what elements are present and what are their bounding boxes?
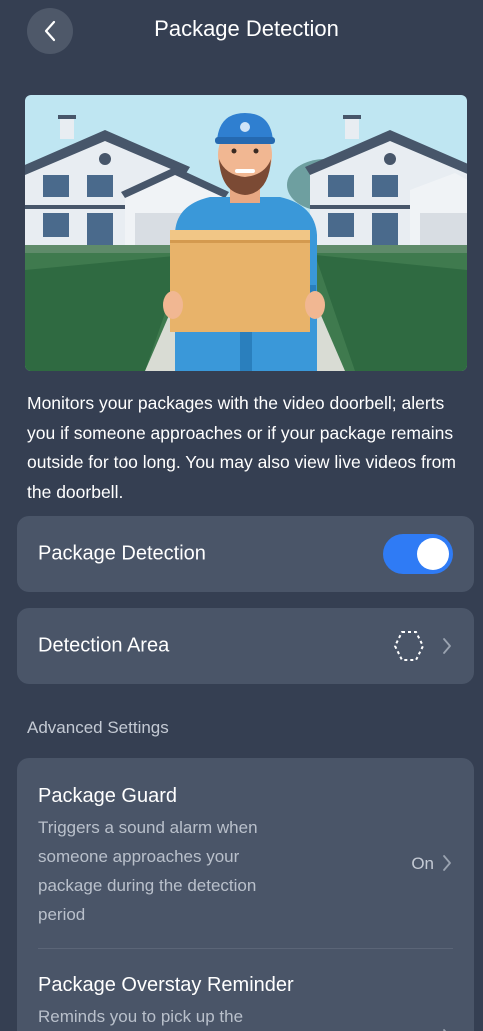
detection-area-label: Detection Area — [38, 634, 170, 657]
advanced-settings-heading: Advanced Settings — [27, 718, 169, 737]
package-overstay-row[interactable]: Package Overstay Reminder Reminds you to… — [38, 974, 453, 1031]
page-title: Package Detection — [154, 16, 339, 41]
header: Package Detection — [0, 0, 483, 64]
package-guard-description: Triggers a sound alarm when someone appr… — [38, 818, 258, 924]
advanced-settings-card: Package Guard Triggers a sound alarm whe… — [17, 758, 474, 1031]
package-guard-value: On — [411, 854, 434, 873]
feature-description: Monitors your packages with the video do… — [27, 393, 456, 502]
delivery-illustration — [25, 95, 467, 371]
divider — [38, 948, 453, 949]
package-detection-label: Package Detection — [38, 542, 206, 565]
chevron-right-icon — [443, 638, 451, 654]
hexagon-dashed-icon — [393, 631, 425, 661]
package-detection-card: Package Detection — [17, 516, 474, 592]
detection-area-row[interactable]: Detection Area — [17, 608, 474, 684]
package-guard-row[interactable]: Package Guard Triggers a sound alarm whe… — [38, 785, 453, 929]
package-overstay-title: Package Overstay Reminder — [38, 974, 294, 996]
package-overstay-description: Reminds you to pick up the — [38, 1007, 244, 1026]
toggle-knob — [417, 538, 449, 570]
chevron-right-icon — [443, 855, 451, 871]
package-detection-toggle[interactable] — [383, 534, 453, 574]
package-guard-title: Package Guard — [38, 785, 177, 807]
hero-illustration — [25, 95, 467, 371]
